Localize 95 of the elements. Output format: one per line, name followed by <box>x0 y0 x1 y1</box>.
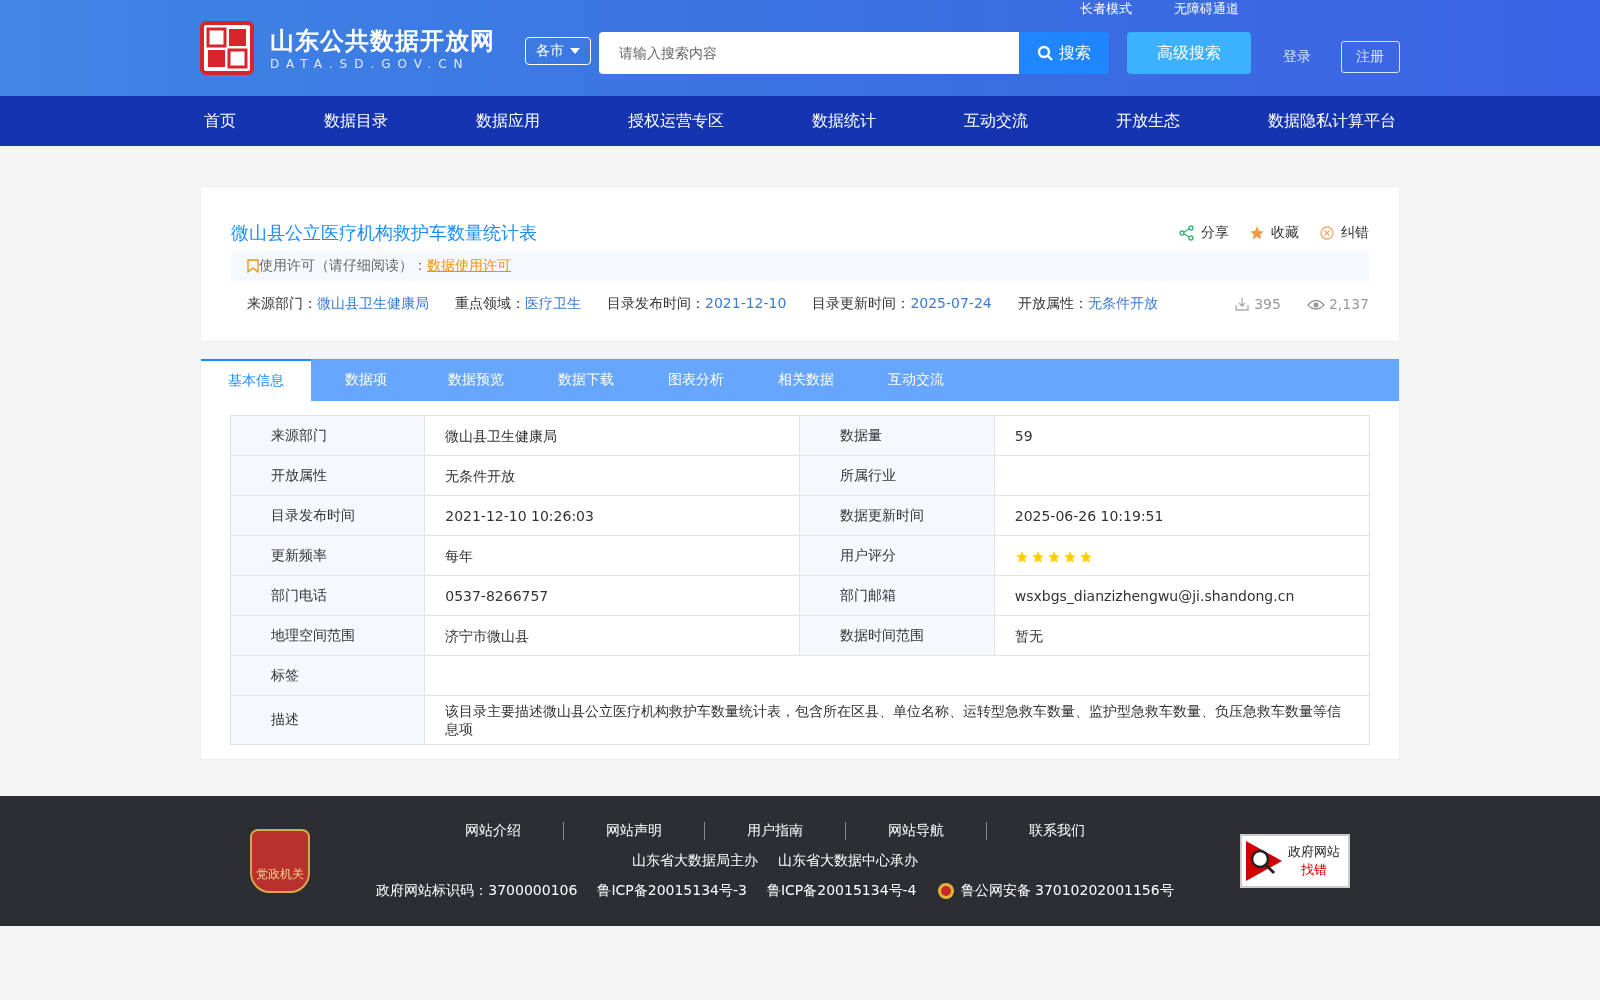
table-value-cell: 0537-8266757 <box>424 575 800 616</box>
footer-link[interactable]: 网站导航 <box>845 822 986 840</box>
nav-item[interactable]: 数据统计 <box>808 96 880 146</box>
tab[interactable]: 数据项 <box>311 359 421 401</box>
meta-value[interactable]: 2025-07-24 <box>910 295 992 311</box>
magnifier-icon <box>1246 841 1282 881</box>
meta-label: 重点领域： <box>455 295 525 311</box>
table-value-cell: 2021-12-10 10:26:03 <box>424 495 800 536</box>
meta-label: 目录更新时间： <box>812 295 911 311</box>
footer-link[interactable]: 网站介绍 <box>423 822 563 840</box>
tab[interactable]: 互动交流 <box>861 359 971 401</box>
search-button[interactable]: 搜索 <box>1018 32 1109 74</box>
table-label-cell: 更新频率 <box>230 535 425 576</box>
table-label-cell: 数据时间范围 <box>800 615 995 656</box>
tab[interactable]: 相关数据 <box>751 359 861 401</box>
eye-icon <box>1306 297 1325 311</box>
record-text: 政府网站标识码：3700000106 <box>376 882 578 900</box>
top-link[interactable]: 长者模式 <box>1080 0 1132 18</box>
nav-item[interactable]: 授权运营专区 <box>624 96 728 146</box>
record-text: 鲁公网安备 37010202001156号 <box>960 882 1174 900</box>
table-label-cell: 用户评分 <box>800 535 995 576</box>
footer-link[interactable]: 联系我们 <box>986 822 1127 840</box>
share-icon <box>1179 225 1195 241</box>
police-emblem-icon <box>936 882 955 900</box>
nav-item[interactable]: 互动交流 <box>960 96 1032 146</box>
table-value-cell: 2025-06-26 10:19:51 <box>994 495 1370 536</box>
table-label-cell: 地理空间范围 <box>230 615 425 656</box>
tab[interactable]: 数据下载 <box>531 359 641 401</box>
table-label-cell: 描述 <box>230 695 425 745</box>
star-icon <box>1030 549 1045 564</box>
table-label-cell: 数据更新时间 <box>800 495 995 536</box>
table-value-cell: 济宁市微山县 <box>424 615 800 656</box>
license-label: 使用许可（请仔细阅读）： <box>259 257 427 275</box>
star-icon <box>1078 549 1093 564</box>
nav-item[interactable]: 数据应用 <box>472 96 544 146</box>
sponsor-text: 山东省大数据中心承办 <box>778 852 918 870</box>
site-domain: DATA.SD.GOV.CN <box>270 57 471 71</box>
party-government-badge: 党政机关 <box>250 829 310 893</box>
meta-value[interactable]: 无条件开放 <box>1087 295 1158 311</box>
top-link[interactable]: 无障碍通道 <box>1174 0 1239 18</box>
table-value-cell: 无条件开放 <box>424 455 800 496</box>
star-icon <box>1249 225 1265 241</box>
nav-item[interactable]: 首页 <box>200 96 240 146</box>
table-value-cell: 59 <box>994 415 1370 456</box>
star-icon <box>1062 549 1077 564</box>
table-value-cell: 每年 <box>424 535 800 576</box>
meta-value[interactable]: 医疗卫生 <box>525 295 581 311</box>
record-text: 鲁ICP备20015134号-4 <box>766 882 917 900</box>
table-value-cell: 该目录主要描述微山县公立医疗机构救护车数量统计表，包含所在区县、单位名称、运转型急救车数量、监护型急救车数量、负压急救车数量等信息项 <box>424 695 1370 745</box>
site-name: 山东公共数据开放网 <box>270 26 495 57</box>
table-label-cell: 目录发布时间 <box>230 495 425 536</box>
seal-logo-icon <box>200 21 254 75</box>
download-icon <box>1234 296 1251 312</box>
search-icon <box>1036 45 1053 61</box>
table-label-cell: 部门电话 <box>230 575 425 616</box>
table-label-cell: 部门邮箱 <box>800 575 995 616</box>
star-icon <box>1046 549 1061 564</box>
table-label-cell: 开放属性 <box>230 455 425 496</box>
download-count: 395 <box>1234 296 1281 312</box>
share-link[interactable]: 分享 <box>1179 224 1229 242</box>
record-text: 鲁ICP备20015134号-3 <box>597 882 747 900</box>
search-field[interactable]: 请输入搜索内容 <box>598 32 1019 74</box>
table-value-cell: wsxbgs_dianzizhengwu@ji.shandong.cn <box>994 575 1370 616</box>
city-select[interactable]: 各市 <box>524 37 591 65</box>
login-link[interactable]: 登录 <box>1282 48 1311 66</box>
dataset-title: 微山县公立医疗机构救护车数量统计表 <box>231 221 537 245</box>
meta-value[interactable]: 微山县卫生健康局 <box>317 295 429 311</box>
view-count: 2,137 <box>1306 296 1369 312</box>
register-button[interactable]: 注册 <box>1340 41 1400 73</box>
table-label-cell: 标签 <box>230 655 425 696</box>
table-label-cell: 所属行业 <box>800 455 995 496</box>
meta-label: 来源部门： <box>247 295 317 311</box>
report-error-link[interactable]: 政府网站 找错 <box>1240 834 1350 888</box>
table-label-cell: 数据量 <box>800 415 995 456</box>
tab[interactable]: 图表分析 <box>641 359 751 401</box>
table-value-cell: 暂无 <box>994 615 1370 656</box>
meta-value[interactable]: 2021-12-10 <box>705 295 787 311</box>
nav-item[interactable]: 数据隐私计算平台 <box>1264 96 1400 146</box>
error-icon <box>1319 225 1335 241</box>
tab[interactable]: 基本信息 <box>201 359 311 401</box>
tab[interactable]: 数据预览 <box>421 359 531 401</box>
table-label-cell: 来源部门 <box>230 415 425 456</box>
footer-link[interactable]: 用户指南 <box>704 822 845 840</box>
caret-icon <box>569 48 580 54</box>
bookmark-icon <box>247 259 259 273</box>
nav-item[interactable]: 开放生态 <box>1112 96 1184 146</box>
report-link[interactable]: 纠错 <box>1319 224 1369 242</box>
favorite-link[interactable]: 收藏 <box>1249 224 1299 242</box>
meta-label: 目录发布时间： <box>607 295 705 311</box>
nav-item[interactable]: 数据目录 <box>320 96 392 146</box>
sponsor-text: 山东省大数据局主办 <box>632 852 758 870</box>
star-icon <box>1014 549 1029 564</box>
footer-link[interactable]: 网站声明 <box>563 822 704 840</box>
table-value-cell: 微山县卫生健康局 <box>424 415 800 456</box>
meta-label: 开放属性： <box>1017 295 1088 311</box>
